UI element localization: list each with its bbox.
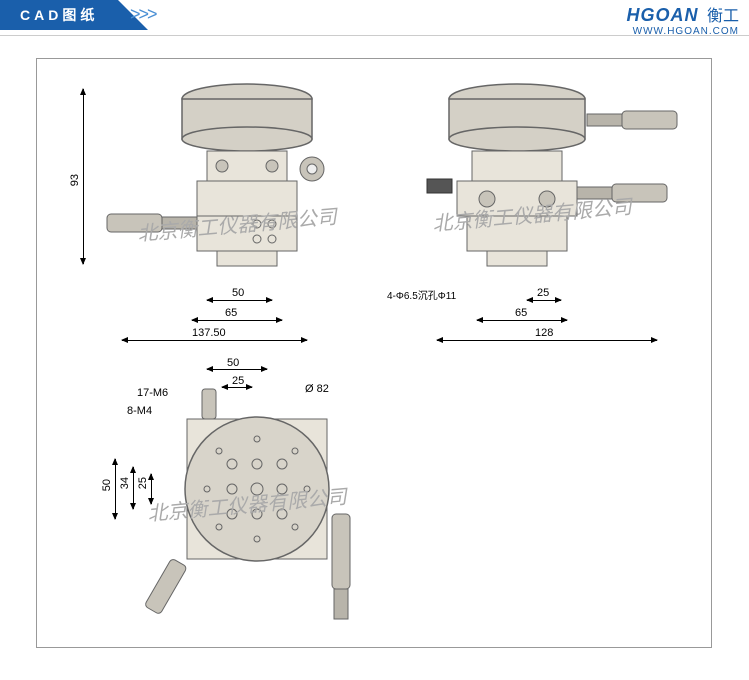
dim-t50: 50 (227, 357, 239, 369)
dim-93: 93 (69, 174, 81, 186)
dim-line (207, 300, 272, 301)
dim-line (437, 340, 657, 341)
title-text: CAD图纸 (20, 7, 98, 23)
dim-4phi: 4-Φ6.5沉孔Φ11 (387, 287, 456, 302)
side-view-right (397, 69, 697, 299)
cad-drawing: 北京衡工仪器有限公司 北京衡工仪器有限公司 北京衡工仪器有限公司 93 50 6… (36, 58, 712, 648)
dim-th34: 34 (119, 477, 131, 489)
dim-65: 65 (225, 307, 237, 319)
dim-8m4: 8-M4 (127, 405, 152, 417)
dim-65r: 65 (515, 307, 527, 319)
dim-128: 128 (535, 327, 553, 339)
dim-line (151, 474, 152, 504)
chevron-icon: >>> (130, 4, 156, 25)
brand-cn: 衡工 (707, 8, 739, 25)
dim-dia82: Ø 82 (305, 383, 329, 395)
title-tab: CAD图纸 (0, 0, 118, 30)
brand-block: HGOAN 衡工 WWW.HGOAN.COM (627, 2, 739, 37)
front-view-left (97, 69, 357, 299)
dim-50: 50 (232, 287, 244, 299)
dim-line (207, 369, 267, 370)
dim-line (122, 340, 307, 341)
brand-url: WWW.HGOAN.COM (627, 26, 739, 37)
dim-137-50: 137.50 (192, 327, 226, 339)
watermark: 北京衡工仪器有限公司 (431, 190, 633, 236)
dim-th50: 50 (101, 479, 113, 491)
dim-line (222, 387, 252, 388)
dim-line (133, 467, 134, 509)
brand-logo: HGOAN (627, 5, 699, 25)
watermark: 北京衡工仪器有限公司 (136, 200, 338, 246)
dim-t25: 25 (232, 375, 244, 387)
dim-line (192, 320, 282, 321)
dim-line (527, 300, 561, 301)
dim-25r: 25 (537, 287, 549, 299)
watermark: 北京衡工仪器有限公司 (146, 480, 348, 526)
dim-line (83, 89, 84, 264)
page-header: CAD图纸 >>> HGOAN 衡工 WWW.HGOAN.COM (0, 0, 749, 36)
dim-line (477, 320, 567, 321)
dim-line (115, 459, 116, 519)
dim-17m6: 17-M6 (137, 387, 168, 399)
